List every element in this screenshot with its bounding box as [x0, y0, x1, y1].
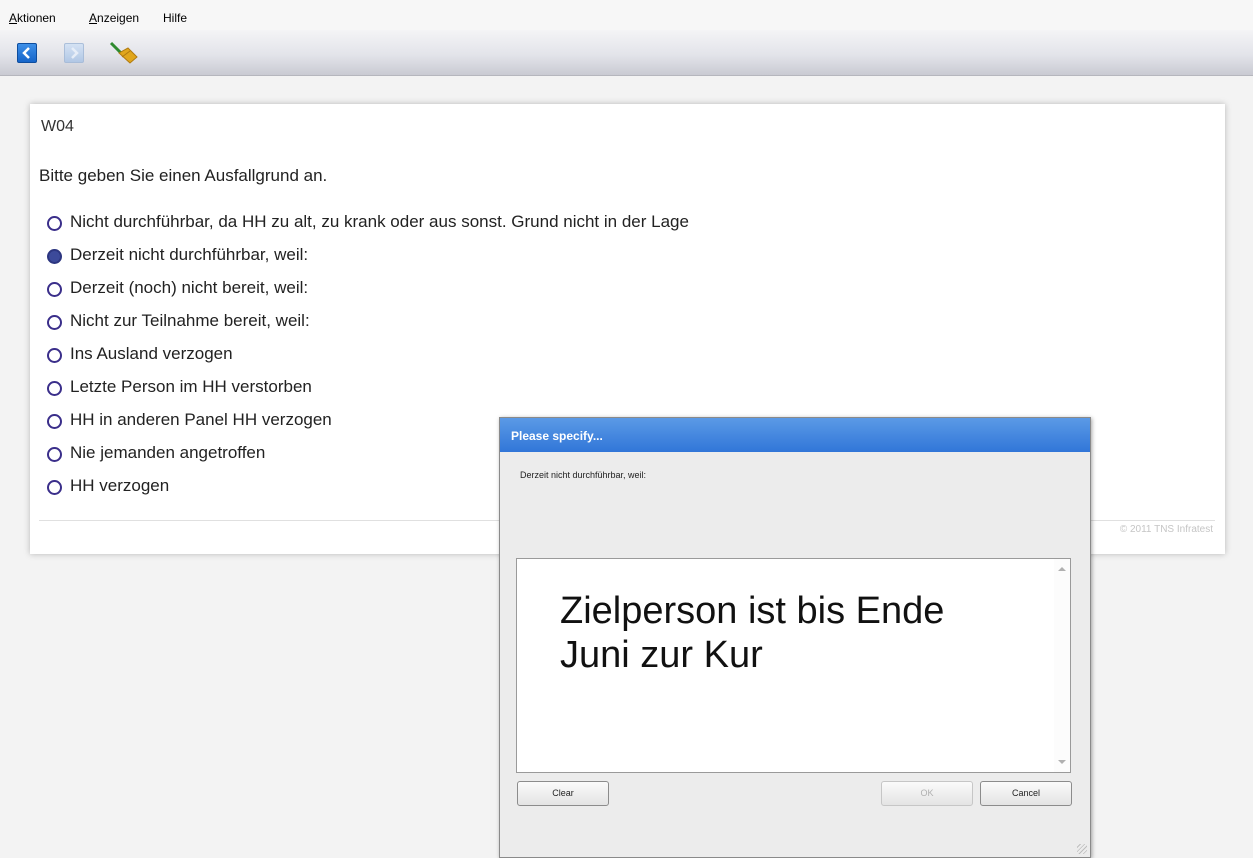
specify-textarea[interactable]: Zielperson ist bis Ende Juni zur Kur — [516, 558, 1071, 773]
back-button[interactable] — [17, 43, 37, 63]
toolbar — [0, 30, 1253, 76]
radio-button[interactable] — [47, 414, 62, 429]
radio-button[interactable] — [47, 282, 62, 297]
scroll-up-arrow-icon[interactable] — [1058, 567, 1066, 571]
textarea-value: Zielperson ist bis Ende Juni zur Kur — [560, 590, 945, 676]
menu-bar: Aktionen Anzeigen Hilfe — [0, 0, 1253, 30]
radio-button[interactable] — [47, 381, 62, 396]
radio-button[interactable] — [47, 315, 62, 330]
broom-icon — [109, 41, 138, 64]
clear-broom-button[interactable] — [108, 40, 138, 66]
cancel-button[interactable]: Cancel — [980, 781, 1072, 806]
specify-dialog: Please specify... Derzeit nicht durchfüh… — [499, 417, 1091, 858]
clear-button[interactable]: Clear — [517, 781, 609, 806]
dialog-prompt: Derzeit nicht durchführbar, weil: — [520, 470, 647, 480]
forward-arrow-icon — [71, 47, 79, 59]
radio-button[interactable] — [47, 447, 62, 462]
scroll-down-arrow-icon[interactable] — [1058, 760, 1066, 764]
radio-button-selected[interactable] — [47, 249, 62, 264]
menu-aktionen[interactable]: Aktionen — [9, 11, 56, 25]
forward-button[interactable] — [64, 43, 84, 63]
dialog-title: Please specify... — [511, 429, 603, 443]
resize-grip-icon[interactable] — [1077, 844, 1087, 854]
copyright-text: © 2011 TNS Infratest — [1119, 524, 1213, 535]
dialog-titlebar[interactable]: Please specify... — [500, 418, 1090, 452]
menu-hilfe[interactable]: Hilfe — [163, 11, 187, 25]
question-id: W04 — [41, 118, 74, 135]
back-arrow-icon — [22, 47, 30, 59]
vertical-scrollbar[interactable] — [1054, 559, 1070, 772]
radio-button[interactable] — [47, 348, 62, 363]
question-text: Bitte geben Sie einen Ausfallgrund an. — [39, 166, 328, 185]
menu-anzeigen[interactable]: Anzeigen — [89, 11, 139, 25]
ok-button[interactable]: OK — [881, 781, 973, 806]
radio-button[interactable] — [47, 216, 62, 231]
radio-button[interactable] — [47, 480, 62, 495]
